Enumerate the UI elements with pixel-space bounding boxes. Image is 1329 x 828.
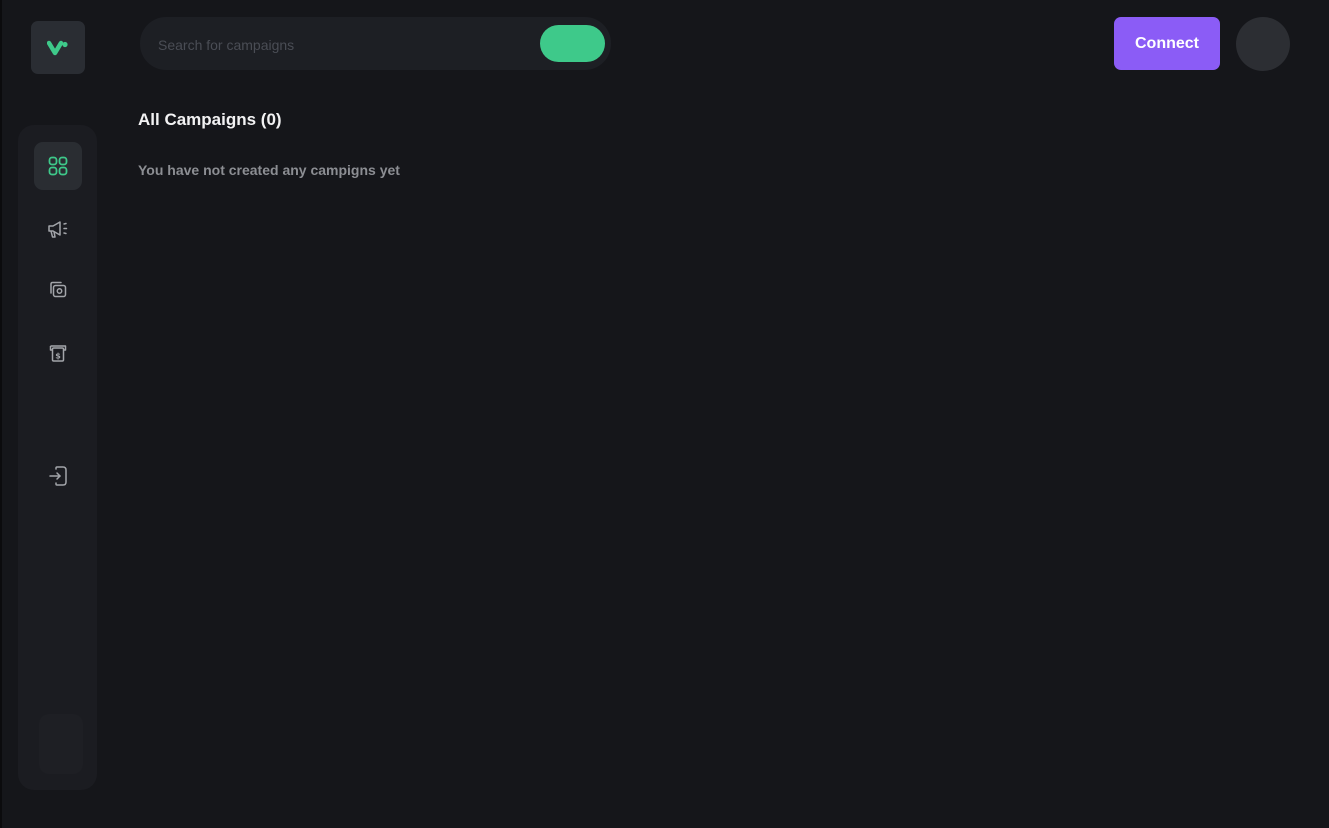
- svg-text:$: $: [55, 352, 61, 361]
- connect-button[interactable]: Connect: [1114, 17, 1220, 70]
- sidebar-item-campaigns[interactable]: [34, 205, 82, 253]
- avatar[interactable]: [1236, 17, 1290, 71]
- billing-receipt-icon: $: [49, 345, 67, 362]
- empty-state-message: You have not created any campigns yet: [138, 162, 400, 178]
- sidebar-item-media[interactable]: [34, 266, 82, 314]
- sidebar-item-billing[interactable]: $: [34, 329, 82, 377]
- media-library-icon: [50, 281, 67, 298]
- logo-icon: [47, 40, 68, 55]
- sidebar: $: [18, 125, 97, 790]
- sidebar-item-dashboard[interactable]: [34, 142, 82, 190]
- app-root: $ Connect All Campaigns (0) You have not…: [0, 0, 1329, 828]
- search-bar: [140, 17, 611, 72]
- page-title: All Campaigns (0): [138, 110, 282, 129]
- window-edge: [0, 0, 2, 828]
- app-logo[interactable]: [31, 21, 85, 74]
- megaphone-icon: [48, 221, 68, 238]
- sidebar-item-login[interactable]: [34, 452, 82, 500]
- search-input[interactable]: [156, 17, 530, 72]
- dashboard-grid-icon: [48, 156, 68, 176]
- sidebar-footer-panel: [39, 714, 83, 774]
- search-button[interactable]: [540, 25, 605, 62]
- login-icon: [49, 466, 67, 486]
